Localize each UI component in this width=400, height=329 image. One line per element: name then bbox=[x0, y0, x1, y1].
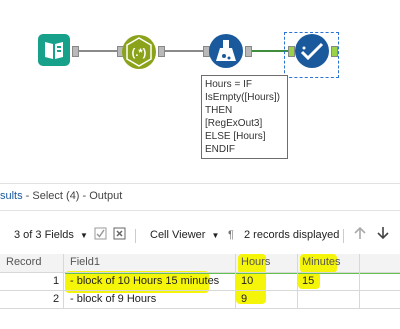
hours-cell[interactable]: 10 bbox=[241, 273, 253, 290]
output-anchor[interactable] bbox=[72, 46, 79, 57]
regex-icon: (.*) bbox=[126, 37, 152, 67]
pilcrow-icon[interactable]: ¶ bbox=[228, 229, 234, 241]
column-header-record[interactable]: Record bbox=[6, 254, 41, 271]
formula-flask-icon bbox=[216, 40, 236, 61]
results-toolbar: 3 of 3 Fields ▼ Cell Viewer ▼ ¶ 2 record… bbox=[0, 222, 400, 250]
x-box-icon[interactable] bbox=[113, 227, 126, 243]
output-anchor[interactable] bbox=[158, 46, 165, 57]
output-anchor[interactable] bbox=[331, 46, 338, 57]
grid-line bbox=[235, 254, 236, 308]
arrow-up-icon[interactable] bbox=[353, 225, 367, 244]
annotation-line: ENDIF bbox=[205, 144, 235, 155]
toolbar-separator bbox=[343, 229, 344, 243]
annotation-line: [RegExOut3] bbox=[205, 118, 263, 129]
minutes-cell[interactable]: 15 bbox=[302, 273, 314, 290]
select-tool[interactable] bbox=[295, 34, 329, 68]
record-number: 2 bbox=[53, 293, 60, 305]
grid-line bbox=[0, 308, 400, 309]
cell-viewer-dropdown[interactable]: Cell Viewer ▼ bbox=[150, 229, 219, 241]
annotation-line: THEN bbox=[205, 105, 233, 116]
select-check-icon bbox=[300, 42, 324, 61]
annotation-line: ELSE [Hours] bbox=[205, 131, 266, 142]
results-title-rest: - Select (4) - Output bbox=[22, 190, 123, 202]
column-header-hours[interactable]: Hours bbox=[241, 254, 270, 271]
output-anchor[interactable] bbox=[245, 46, 252, 57]
book-input-icon bbox=[45, 42, 63, 59]
checkbox-icon[interactable] bbox=[94, 227, 107, 243]
connector-regex-formula bbox=[162, 50, 207, 52]
formula-tool[interactable] bbox=[209, 34, 243, 68]
formula-annotation: Hours = IF IsEmpty([Hours]) THEN [RegExO… bbox=[201, 75, 288, 159]
fields-dropdown[interactable]: 3 of 3 Fields ▼ bbox=[14, 229, 88, 241]
column-header-minutes[interactable]: Minutes bbox=[302, 254, 341, 271]
hours-cell[interactable]: 9 bbox=[241, 291, 247, 308]
grid-line bbox=[297, 254, 298, 308]
arrow-down-icon[interactable] bbox=[376, 225, 390, 244]
results-title-prefix: sults bbox=[0, 190, 23, 202]
panel-divider bbox=[0, 183, 400, 184]
connector-input-regex bbox=[76, 50, 120, 52]
connector-formula-select bbox=[249, 50, 289, 52]
svg-text:(.*): (.*) bbox=[132, 47, 147, 59]
annotation-line: IsEmpty([Hours]) bbox=[205, 92, 281, 103]
chevron-down-icon: ▼ bbox=[211, 231, 220, 240]
grid-line bbox=[63, 254, 64, 308]
results-title: sults - Select (4) - Output bbox=[0, 190, 122, 202]
toolbar-separator bbox=[135, 229, 136, 243]
grid-line bbox=[359, 254, 360, 308]
fields-dropdown-label: 3 of 3 Fields bbox=[14, 229, 74, 241]
records-displayed: 2 records displayed bbox=[244, 229, 340, 241]
header-divider bbox=[0, 210, 400, 211]
cell-viewer-label: Cell Viewer bbox=[150, 229, 206, 241]
results-grid: Record Field1 Hours Minutes 1 - block of… bbox=[0, 254, 400, 329]
annotation-line: Hours = IF bbox=[205, 79, 252, 90]
workflow-canvas[interactable]: (.*) Hours = IF IsEmpty([Hours]) THEN [R… bbox=[0, 0, 400, 180]
field1-cell[interactable]: - block of 10 Hours 15 minutes bbox=[70, 273, 219, 290]
column-header-field1[interactable]: Field1 bbox=[70, 254, 100, 271]
field1-cell[interactable]: - block of 9 Hours bbox=[70, 291, 156, 308]
input-data-tool[interactable] bbox=[38, 34, 70, 66]
chevron-down-icon: ▼ bbox=[79, 231, 88, 240]
regex-tool[interactable]: (.*) bbox=[122, 35, 156, 69]
record-number: 1 bbox=[53, 275, 60, 287]
grid-line bbox=[0, 290, 400, 291]
